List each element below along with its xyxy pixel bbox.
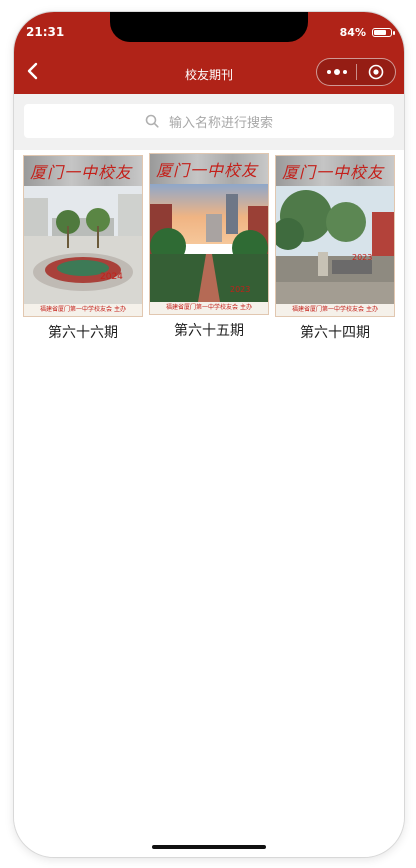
magazine-item[interactable]: 厦门一中校友 2023 福建省厦门第一中学校友会 主办 第六十四期 [276,156,394,342]
magazine-label: 第六十六期 [48,325,118,341]
status-indicators: 84% [339,26,395,39]
cover-footer: 福建省厦门第一中学校友会 主办 [276,304,394,316]
notch [110,12,308,42]
status-time: 21:31 [26,25,65,39]
magazine-label: 第六十五期 [174,323,244,339]
cover-footer: 福建省厦门第一中学校友会 主办 [24,304,142,316]
battery-percent: 84% [339,26,366,39]
search-placeholder: 输入名称进行搜索 [168,115,273,131]
svg-text:2023: 2023 [352,253,372,262]
battery-level [374,30,386,35]
cover-photo-street: 2023 [150,184,268,302]
cover-masthead: 厦门一中校友 [276,156,394,186]
dot-icon [342,70,347,74]
search-area: 输入名称进行搜索 [14,94,404,150]
target-close-icon [368,64,384,80]
magazine-cover[interactable]: 厦门一中校友 2024 福建省厦门第一中学校友会 主办 [24,156,142,316]
cover-photo-gate: 2023 [276,186,394,304]
magazine-label: 第六十四期 [300,325,370,341]
svg-text:2024: 2024 [100,272,123,282]
close-program-button[interactable] [357,59,395,85]
cover-footer: 福建省厦门第一中学校友会 主办 [150,302,268,314]
dot-icon [326,70,331,74]
magazine-item[interactable]: 厦门一中校友 2023 福建省厦门第一中学校友会 主办 第六十五期 [150,154,268,340]
cover-title: 厦门一中校友 [30,163,133,182]
svg-text:2023: 2023 [230,285,250,294]
cover-masthead: 厦门一中校友 [24,156,142,186]
magazine-cover[interactable]: 厦门一中校友 2023 福建省厦门第一中学校友会 主办 [150,154,268,314]
battery-icon [372,28,395,37]
cover-title: 厦门一中校友 [282,163,385,182]
cover-masthead: 厦门一中校友 [150,154,268,184]
mini-program-capsule [316,58,396,86]
search-input[interactable]: 输入名称进行搜索 [24,104,394,138]
app-header: 21:31 84% 校友期刊 [14,12,404,94]
search-icon [145,114,159,128]
magazine-grid: 厦门一中校友 2024 福建省厦门第一中学校友会 主办 第六十六期 厦门一中校友… [14,150,404,857]
magazine-cover[interactable]: 厦门一中校友 2023 福建省厦门第一中学校友会 主办 [276,156,394,316]
cover-photo-campus: 2024 [24,186,142,304]
cover-title: 厦门一中校友 [156,161,259,180]
more-options-button[interactable] [317,59,356,85]
home-indicator[interactable] [152,845,266,849]
dot-icon [333,69,340,75]
phone-screen: 21:31 84% 校友期刊 输入名称进行搜索 厦门一中校友 2024 福建省厦… [14,12,404,857]
magazine-item[interactable]: 厦门一中校友 2024 福建省厦门第一中学校友会 主办 第六十六期 [24,156,142,342]
